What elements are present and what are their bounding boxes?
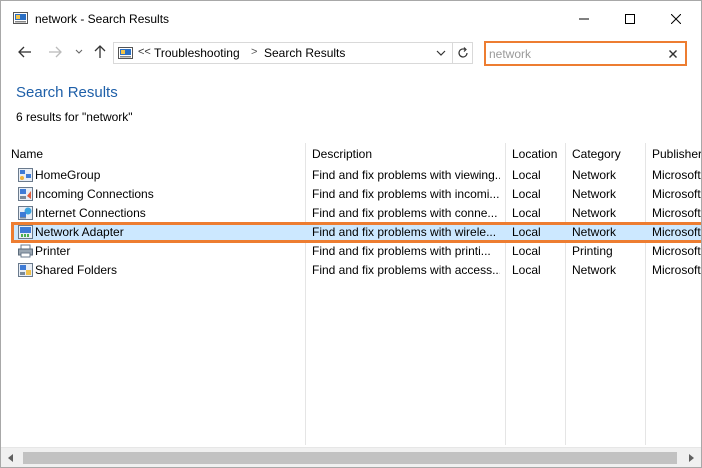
refresh-icon (457, 47, 468, 58)
back-button[interactable] (16, 43, 34, 61)
row-publisher: Microsoft (652, 168, 701, 182)
column-header-name[interactable]: Name (11, 143, 303, 165)
address-dropdown-button[interactable] (432, 45, 450, 61)
control-panel-icon (118, 47, 133, 59)
table-row[interactable]: Incoming Connections Find and fix proble… (11, 185, 701, 204)
maximize-button[interactable] (607, 1, 653, 37)
row-location: Local (512, 263, 541, 277)
column-header-location[interactable]: Location (512, 143, 567, 165)
column-header-description[interactable]: Description (312, 143, 502, 165)
scrollbar-thumb[interactable] (23, 452, 677, 464)
row-category: Network (572, 187, 617, 201)
column-header-publisher[interactable]: Publisher (652, 143, 701, 165)
row-publisher: Microsoft (652, 244, 701, 258)
row-category: Printing (572, 244, 613, 258)
row-location: Local (512, 206, 541, 220)
row-category: Network (572, 206, 617, 220)
result-count: 6 results for "network" (16, 110, 133, 124)
search-box[interactable] (484, 41, 687, 66)
table-row[interactable]: Internet Connections Find and fix proble… (11, 204, 701, 223)
row-name: Shared Folders (35, 263, 118, 277)
navigation-bar: << Troubleshooting > Search Results (1, 37, 701, 69)
row-publisher: Microsoft (652, 206, 701, 220)
page-title: Search Results (16, 84, 118, 101)
row-name: HomeGroup (35, 168, 101, 182)
scroll-left-button[interactable] (4, 451, 18, 465)
column-header-category[interactable]: Category (572, 143, 642, 165)
scroll-right-button[interactable] (684, 451, 698, 465)
row-description: Find and fix problems with printi... (312, 244, 491, 258)
close-icon (669, 49, 677, 58)
forward-button[interactable] (46, 43, 64, 61)
window: network - Search Results << Troubleshoot… (0, 0, 702, 468)
close-icon (671, 14, 681, 24)
row-location: Local (512, 187, 541, 201)
chevron-down-icon (75, 49, 83, 54)
homegroup-icon (18, 168, 33, 182)
row-location: Local (512, 168, 541, 182)
recent-locations-button[interactable] (70, 43, 88, 61)
horizontal-scrollbar[interactable] (1, 447, 701, 467)
selection-highlight (11, 222, 701, 243)
results-table: Name Description Location Category Publi… (1, 143, 701, 445)
title-bar: network - Search Results (1, 1, 701, 37)
row-description: Find and fix problems with viewing... (312, 168, 500, 182)
incoming-connections-icon (18, 187, 33, 201)
table-row[interactable]: Printer Find and fix problems with print… (11, 242, 701, 261)
table-row[interactable]: HomeGroup Find and fix problems with vie… (11, 166, 701, 185)
arrow-left-icon (18, 46, 31, 58)
row-description: Find and fix problems with incomi... (312, 187, 500, 201)
row-category: Network (572, 263, 617, 277)
breadcrumb-troubleshooting[interactable]: Troubleshooting (154, 46, 240, 60)
row-name: Internet Connections (35, 206, 146, 220)
close-button[interactable] (653, 1, 699, 37)
printer-icon (18, 244, 33, 258)
breadcrumb-overflow[interactable]: << (138, 46, 151, 58)
internet-connections-icon (18, 206, 33, 220)
maximize-icon (625, 14, 635, 24)
row-category: Network (572, 168, 617, 182)
row-publisher: Microsoft (652, 187, 701, 201)
up-button[interactable] (91, 43, 109, 61)
window-title: network - Search Results (35, 12, 170, 26)
minimize-button[interactable] (561, 1, 607, 37)
refresh-button[interactable] (452, 43, 472, 63)
row-publisher: Microsoft (652, 263, 701, 277)
breadcrumb-search-results[interactable]: Search Results (264, 46, 345, 60)
row-name: Incoming Connections (35, 187, 154, 201)
chevron-right-icon (689, 454, 694, 462)
row-name: Printer (35, 244, 71, 258)
chevron-down-icon (436, 50, 446, 56)
arrow-right-icon (49, 46, 62, 58)
row-location: Local (512, 244, 541, 258)
search-input[interactable] (489, 45, 659, 62)
shared-folders-icon (18, 263, 33, 277)
arrow-up-icon (94, 45, 106, 58)
address-bar[interactable]: << Troubleshooting > Search Results (113, 42, 473, 64)
row-description: Find and fix problems with conne... (312, 206, 498, 220)
row-description: Find and fix problems with access... (312, 263, 500, 277)
chevron-left-icon (8, 454, 13, 462)
control-panel-icon (13, 12, 28, 24)
clear-search-button[interactable] (664, 45, 682, 62)
breadcrumb-separator[interactable]: > (251, 46, 257, 58)
table-row[interactable]: Shared Folders Find and fix problems wit… (11, 261, 701, 280)
minimize-icon (579, 18, 589, 20)
